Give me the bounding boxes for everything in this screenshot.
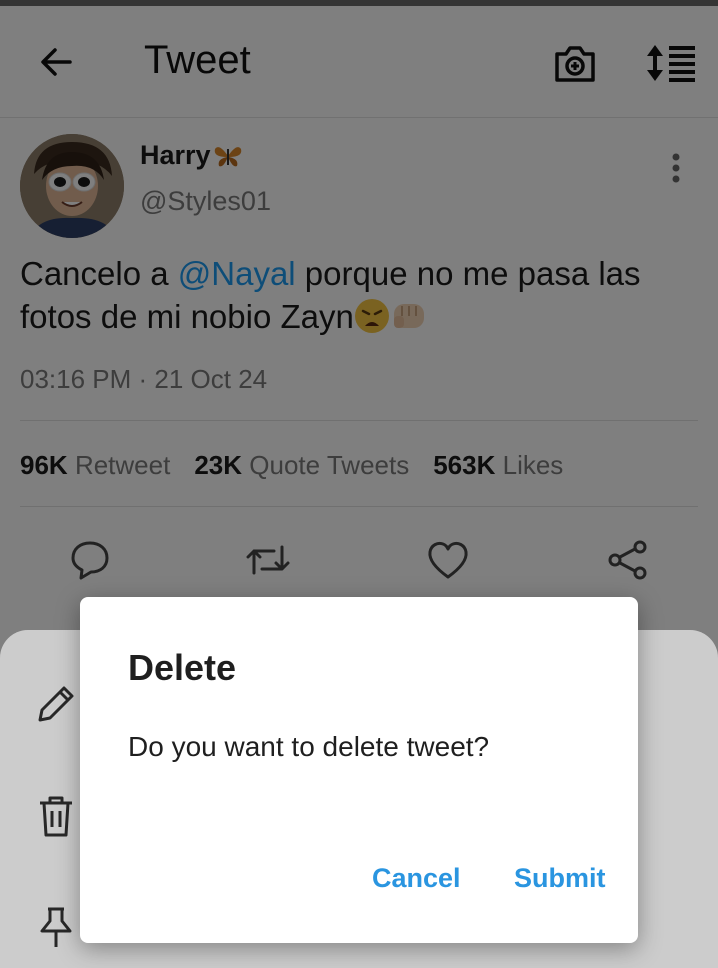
delete-dialog: Delete Do you want to delete tweet? Canc… <box>80 597 638 943</box>
dialog-message: Do you want to delete tweet? <box>128 731 490 762</box>
submit-button[interactable]: Submit <box>508 859 612 898</box>
dialog-title: Delete <box>128 647 237 688</box>
cancel-button[interactable]: Cancel <box>366 859 467 898</box>
